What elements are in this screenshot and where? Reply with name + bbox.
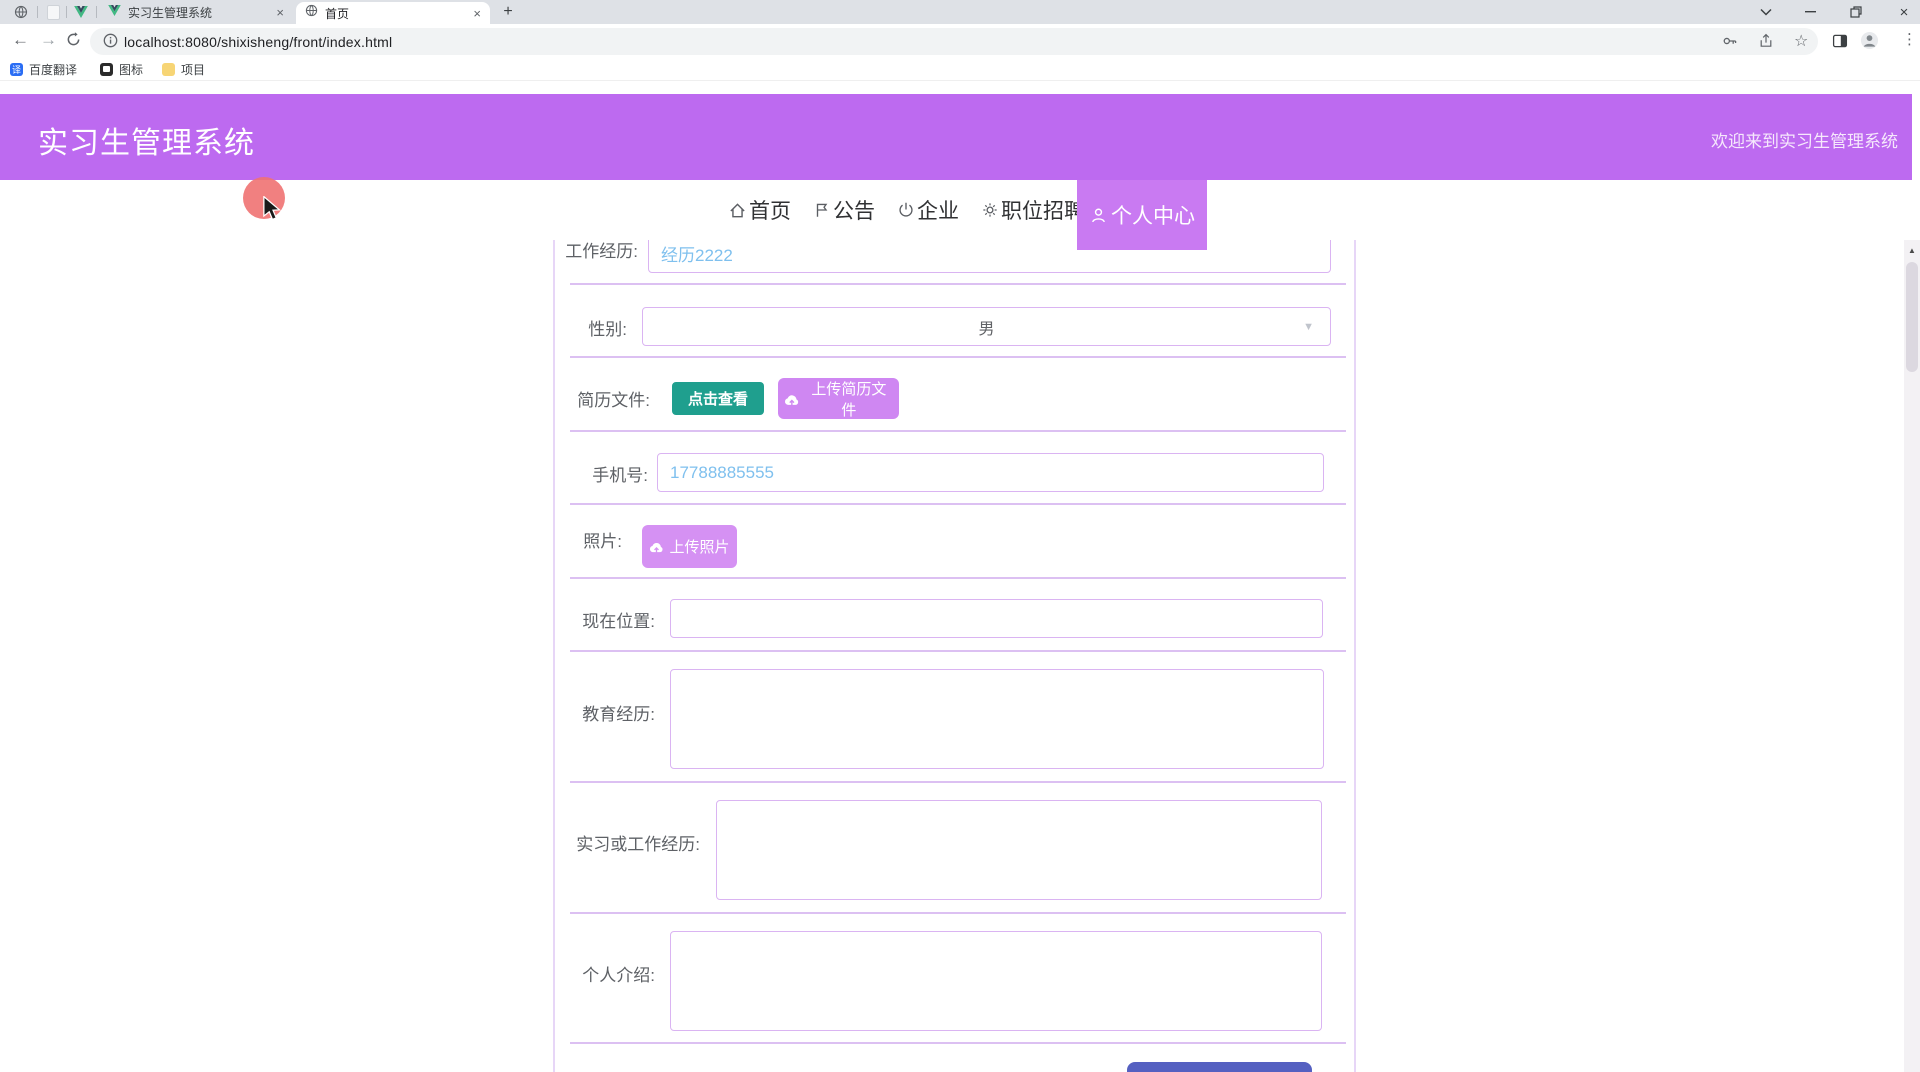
cloud-upload-icon <box>650 542 663 553</box>
personal-intro-textarea[interactable] <box>670 931 1322 1031</box>
window-close-button[interactable]: × <box>1890 0 1918 24</box>
nav-item-personal-center-active[interactable]: 个人中心 <box>1077 180 1207 250</box>
welcome-text: 欢迎来到实习生管理系统 <box>1711 132 1898 151</box>
phone-label: 手机号: <box>592 466 648 485</box>
scrollbar-thumb[interactable] <box>1906 262 1918 372</box>
tab-separator <box>37 6 38 18</box>
folder-icon <box>162 62 175 76</box>
pinned-tab-page-icon[interactable] <box>45 4 61 20</box>
profile-avatar-icon[interactable] <box>1860 31 1879 55</box>
gear-icon <box>983 203 997 217</box>
home-icon <box>730 202 745 217</box>
row-separator <box>570 356 1346 358</box>
nav-item-companies[interactable]: 企业 <box>897 195 959 225</box>
photo-label: 照片: <box>583 532 622 551</box>
user-icon <box>1092 208 1105 222</box>
upload-resume-button[interactable]: 上传简历文件 <box>778 378 899 419</box>
screen: 实习生管理系统 × 首页 × + × ← → localhost:8080/sh… <box>0 0 1920 1072</box>
bookmark-icons[interactable]: 图标 <box>100 61 143 77</box>
translate-icon: 译 <box>10 62 23 76</box>
site-header: 实习生管理系统 欢迎来到实习生管理系统 <box>0 94 1912 180</box>
education-label: 教育经历: <box>582 705 655 724</box>
scrollbar[interactable]: ▲ <box>1904 240 1920 1072</box>
side-panel-icon[interactable] <box>1832 33 1848 54</box>
gender-label: 性别: <box>588 320 627 339</box>
share-icon[interactable] <box>1758 33 1774 54</box>
site-info-icon[interactable] <box>103 33 118 53</box>
site-title: 实习生管理系统 <box>38 127 255 160</box>
tab-separator <box>96 6 97 18</box>
row-separator <box>570 781 1346 783</box>
row-separator <box>570 650 1346 652</box>
bookmarks-bar: 译 百度翻译 图标 项目 <box>0 58 1920 81</box>
tab-close-icon[interactable]: × <box>473 7 481 20</box>
nav-item-home[interactable]: 首页 <box>728 195 791 225</box>
tab-search-chevron-icon[interactable] <box>1752 0 1780 24</box>
row-separator <box>570 283 1346 285</box>
menu-dots-icon[interactable]: ⋮ <box>1902 30 1917 48</box>
personal-intro-label: 个人介绍: <box>582 966 655 985</box>
cloud-upload-icon <box>784 394 799 406</box>
bookmark-project[interactable]: 项目 <box>162 61 205 77</box>
password-key-icon[interactable] <box>1722 33 1738 54</box>
browser-tab-bar: 实习生管理系统 × 首页 × + × <box>0 0 1920 24</box>
mouse-pointer-icon <box>263 195 282 226</box>
submit-button[interactable] <box>1127 1062 1312 1072</box>
tab-title: 首页 <box>325 6 350 21</box>
gender-select[interactable]: 男 ▼ <box>642 307 1331 346</box>
tab-shixisheng[interactable]: 实习生管理系统 × <box>100 0 292 24</box>
window-restore-button[interactable] <box>1842 0 1870 24</box>
phone-input[interactable] <box>657 453 1324 492</box>
tab-title: 实习生管理系统 <box>128 5 213 20</box>
main-nav: 首页 公告 企业 职位招聘 <box>0 180 1920 240</box>
window-minimize-button[interactable] <box>1796 0 1824 24</box>
work-history-label: 工作经历: <box>565 242 638 261</box>
resume-file-label: 简历文件: <box>577 391 650 410</box>
row-separator <box>570 1042 1346 1044</box>
row-separator <box>570 430 1346 432</box>
image-icon <box>100 62 113 76</box>
row-separator <box>570 577 1346 579</box>
view-resume-button[interactable]: 点击查看 <box>672 382 764 415</box>
pinned-tab-vue-icon[interactable] <box>73 4 89 20</box>
reload-icon[interactable] <box>66 32 81 52</box>
power-icon <box>899 202 913 217</box>
internship-experience-textarea[interactable] <box>716 800 1322 900</box>
upload-photo-button[interactable]: 上传照片 <box>642 525 737 568</box>
row-separator <box>570 503 1346 505</box>
row-separator <box>570 912 1346 914</box>
new-tab-button[interactable]: + <box>498 2 518 22</box>
url-text[interactable]: localhost:8080/shixisheng/front/index.ht… <box>124 34 392 50</box>
bookmark-star-icon[interactable]: ☆ <box>1794 31 1808 51</box>
current-location-input[interactable] <box>670 599 1323 638</box>
bookmark-baidu-translate[interactable]: 译 百度翻译 <box>10 61 77 77</box>
tab-close-icon[interactable]: × <box>276 6 284 19</box>
form-card-right-border <box>1354 240 1356 1072</box>
tab-separator <box>66 6 67 18</box>
flag-icon <box>816 203 828 217</box>
form-card-left-border <box>553 240 555 1072</box>
scroll-up-icon[interactable]: ▲ <box>1904 246 1920 255</box>
forward-icon[interactable]: → <box>40 30 57 50</box>
back-icon[interactable]: ← <box>12 30 29 50</box>
pinned-tab-globe-icon[interactable] <box>13 4 29 20</box>
globe-favicon-icon <box>305 4 318 22</box>
internship-experience-label: 实习或工作经历: <box>576 835 700 854</box>
browser-toolbar: ← → localhost:8080/shixisheng/front/inde… <box>0 24 1920 58</box>
education-textarea[interactable] <box>670 669 1324 769</box>
chevron-down-icon: ▼ <box>1303 321 1314 333</box>
vue-favicon-icon <box>108 3 121 21</box>
current-location-label: 现在位置: <box>582 612 655 631</box>
nav-item-jobs[interactable]: 职位招聘 <box>981 195 1085 225</box>
tab-home-active[interactable]: 首页 × <box>296 2 490 24</box>
nav-item-announcements[interactable]: 公告 <box>813 195 875 225</box>
